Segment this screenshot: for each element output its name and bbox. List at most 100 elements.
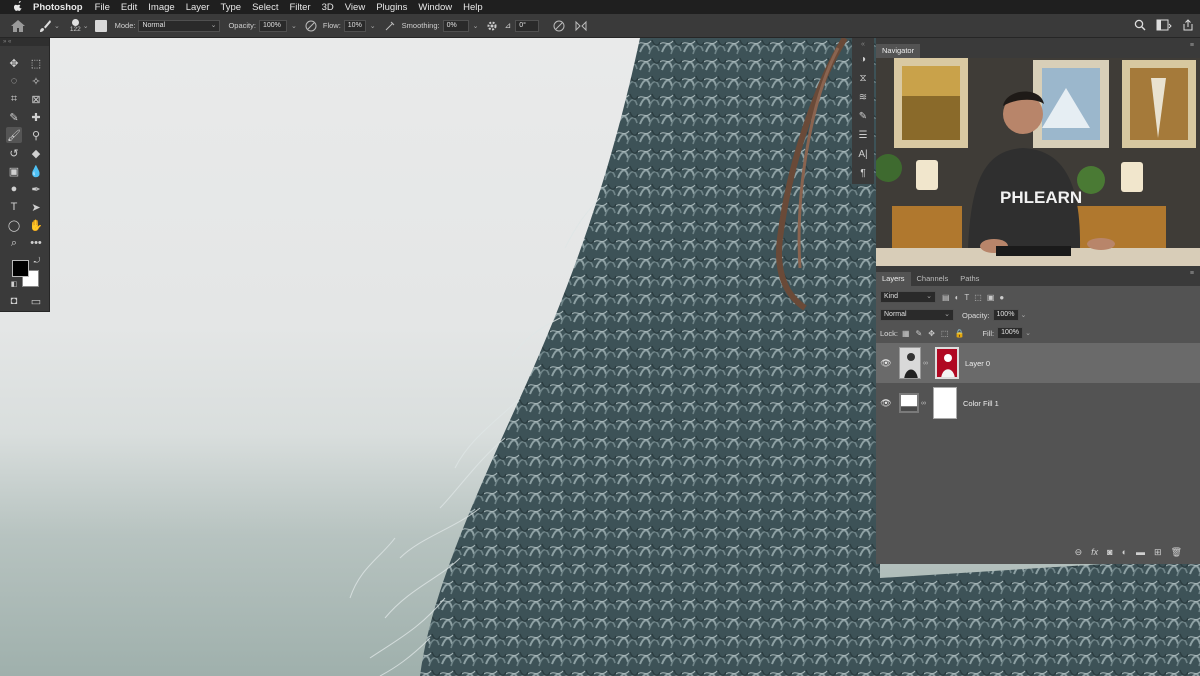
lock-position-icon[interactable]: ✥ xyxy=(928,329,935,338)
blend-mode-select[interactable]: Normal ⌄ xyxy=(880,309,954,321)
path-selection-tool-icon[interactable]: ➤ xyxy=(28,199,44,215)
navigator-panel-icon[interactable]: ◑ xyxy=(852,50,874,69)
swap-colors-icon[interactable]: ⤾ xyxy=(32,256,42,266)
folder-icon[interactable]: ▬ xyxy=(1136,547,1145,558)
filter-toggle-icon[interactable]: ● xyxy=(999,293,1004,302)
zoom-tool-icon[interactable]: ⌕ xyxy=(6,235,22,251)
eye-icon[interactable]: 👁 xyxy=(877,398,895,409)
layer-name[interactable]: Layer 0 xyxy=(965,359,990,368)
smoothing-input[interactable]: 0% xyxy=(442,19,469,32)
menu-image[interactable]: Image xyxy=(148,2,174,13)
workspace-icon[interactable] xyxy=(1156,19,1172,31)
link-chain-icon[interactable]: ∞ xyxy=(923,360,929,367)
hand-tool-icon[interactable]: ✋ xyxy=(28,217,44,233)
mask-icon[interactable]: ◙ xyxy=(1107,547,1112,558)
layer-thumbnail[interactable] xyxy=(899,347,921,379)
magic-wand-tool-icon[interactable]: ✧ xyxy=(28,73,44,89)
fill-chevron-icon[interactable]: ⌄ xyxy=(1025,329,1031,337)
healing-brush-tool-icon[interactable]: ✚ xyxy=(28,109,44,125)
layer-opacity-chevron-icon[interactable]: ⌄ xyxy=(1021,311,1027,319)
menu-filter[interactable]: Filter xyxy=(289,2,310,13)
menu-view[interactable]: View xyxy=(345,2,365,13)
menu-type[interactable]: Type xyxy=(220,2,241,13)
history-panel-icon[interactable]: ⧖ xyxy=(852,69,874,88)
layer-opacity-input[interactable]: 100% xyxy=(992,309,1019,321)
layer-name[interactable]: Color Fill 1 xyxy=(963,399,999,408)
tab-channels[interactable]: Channels xyxy=(911,272,955,286)
menu-select[interactable]: Select xyxy=(252,2,278,13)
tab-layers[interactable]: Layers xyxy=(876,272,911,286)
tools-collapse-handle[interactable]: » « xyxy=(0,38,49,46)
mode-select[interactable]: Normal ⌄ xyxy=(138,19,221,32)
app-name[interactable]: Photoshop xyxy=(33,2,83,13)
opacity-input[interactable]: 100% xyxy=(258,19,287,32)
layer-mask-thumbnail[interactable] xyxy=(935,347,959,379)
share-icon[interactable] xyxy=(1182,19,1194,31)
panels-collapse-handle[interactable]: « xyxy=(852,38,874,50)
flow-input[interactable]: 10% xyxy=(343,19,366,32)
brush-tool-icon[interactable] xyxy=(38,19,52,33)
brush-picker-chevron-icon[interactable]: ⌄ xyxy=(83,22,89,30)
angle-input[interactable]: 0° xyxy=(515,19,540,32)
link-icon[interactable]: ⊖ xyxy=(1075,547,1083,558)
new-layer-icon[interactable]: ⊞ xyxy=(1154,547,1162,558)
fill-input[interactable]: 100% xyxy=(997,327,1024,339)
menu-edit[interactable]: Edit xyxy=(121,2,137,13)
more-tools-icon[interactable]: ••• xyxy=(28,235,44,251)
tab-navigator[interactable]: Navigator xyxy=(876,44,921,58)
filter-adjustment-icon[interactable]: ◐ xyxy=(955,293,960,302)
navigator-preview[interactable]: PHLEARN xyxy=(876,58,1200,266)
crop-tool-icon[interactable]: ⌗ xyxy=(6,91,22,107)
brush-settings-icon[interactable] xyxy=(94,19,107,32)
quick-mask-icon[interactable]: ◘ xyxy=(6,293,22,309)
lasso-tool-icon[interactable]: ◌ xyxy=(6,73,22,89)
lock-transparency-icon[interactable]: ▦ xyxy=(902,329,910,338)
eraser-tool-icon[interactable]: ◆ xyxy=(28,145,44,161)
gradient-tool-icon[interactable]: ▣ xyxy=(6,163,22,179)
menu-3d[interactable]: 3D xyxy=(322,2,334,13)
history-brush-tool-icon[interactable]: ↺ xyxy=(6,145,22,161)
flow-chevron-icon[interactable]: ⌄ xyxy=(370,22,376,30)
pen-tool-icon[interactable]: ✒ xyxy=(28,181,44,197)
lock-artboard-icon[interactable]: ⬚ xyxy=(941,329,949,338)
blur-tool-icon[interactable]: 💧 xyxy=(28,163,44,179)
character-panel-icon[interactable]: A| xyxy=(852,145,874,164)
layer-kind-select[interactable]: Kind ⌄ xyxy=(880,291,936,303)
eyedropper-tool-icon[interactable]: ✎ xyxy=(6,109,22,125)
foreground-color-swatch[interactable] xyxy=(12,260,29,277)
filter-pixel-icon[interactable]: ▤ xyxy=(942,293,950,302)
adjustment-icon[interactable]: ◐ xyxy=(1122,547,1127,558)
airbrush-icon[interactable] xyxy=(384,20,396,32)
frame-tool-icon[interactable]: ⊠ xyxy=(28,91,44,107)
search-icon[interactable] xyxy=(1134,19,1146,31)
symmetry-icon[interactable] xyxy=(575,20,587,32)
menu-file[interactable]: File xyxy=(95,2,110,13)
layers-menu-icon[interactable]: ≡ xyxy=(1190,270,1194,277)
menu-window[interactable]: Window xyxy=(418,2,452,13)
menu-layer[interactable]: Layer xyxy=(186,2,210,13)
layer-row[interactable]: 👁 ∞ Color Fill 1 xyxy=(876,383,1200,423)
adjustments-panel-icon[interactable]: ≋ xyxy=(852,88,874,107)
opacity-chevron-icon[interactable]: ⌄ xyxy=(291,22,297,30)
screen-mode-icon[interactable]: ▭ xyxy=(28,293,44,309)
ellipse-tool-icon[interactable]: ◯ xyxy=(6,217,22,233)
brush-tool-icon[interactable]: 🖌 xyxy=(6,127,22,143)
lock-all-icon[interactable]: 🔒 xyxy=(954,329,964,338)
dodge-tool-icon[interactable]: ● xyxy=(6,181,22,197)
brush-size-picker[interactable]: 122 xyxy=(70,18,81,33)
eye-icon[interactable]: 👁 xyxy=(877,358,895,369)
trash-icon[interactable]: 🗑 xyxy=(1171,547,1182,558)
tab-paths[interactable]: Paths xyxy=(954,272,985,286)
home-icon[interactable] xyxy=(10,19,26,33)
layer-row[interactable]: 👁 ∞ Layer 0 xyxy=(876,343,1200,383)
paragraph-panel-icon[interactable]: ¶ xyxy=(852,164,874,183)
tool-preset-chevron-icon[interactable]: ⌄ xyxy=(54,22,60,30)
marquee-tool-icon[interactable]: ⬚ xyxy=(28,55,44,71)
fx-icon[interactable]: fx xyxy=(1091,547,1098,558)
properties-panel-icon[interactable]: ☰ xyxy=(852,126,874,145)
menu-help[interactable]: Help xyxy=(463,2,483,13)
filter-shape-icon[interactable]: ⬚ xyxy=(974,293,982,302)
default-colors-icon[interactable]: ◧ xyxy=(9,279,19,289)
brush-settings-panel-icon[interactable]: ✎ xyxy=(852,107,874,126)
smoothing-chevron-icon[interactable]: ⌄ xyxy=(473,22,479,30)
